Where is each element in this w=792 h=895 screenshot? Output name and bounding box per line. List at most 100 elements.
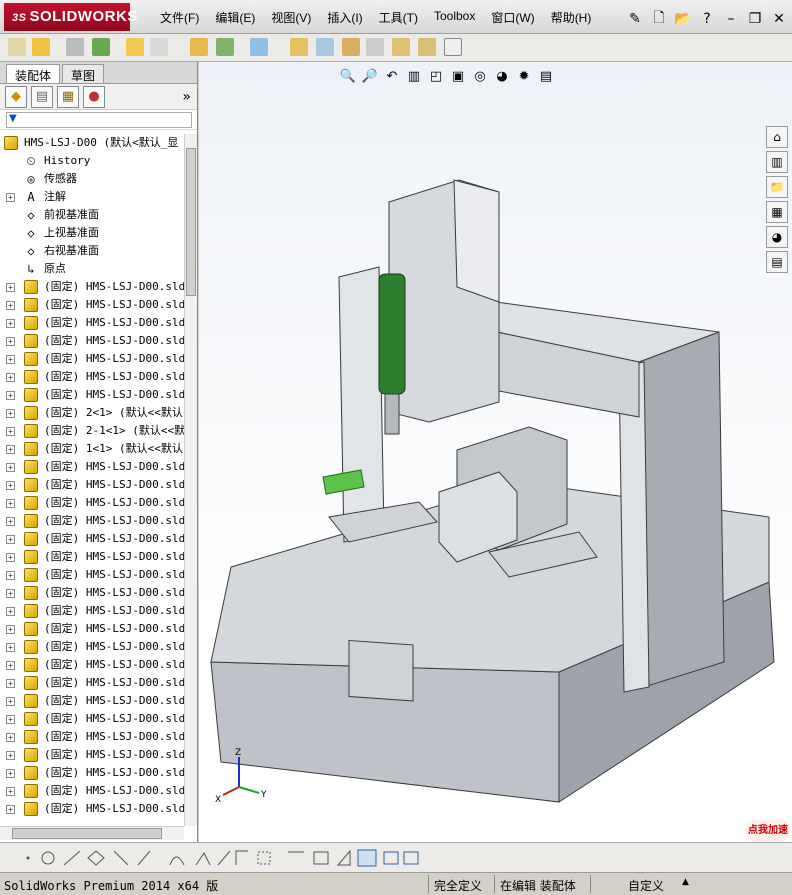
expand-toggle-icon[interactable]: + (6, 409, 15, 418)
expand-toggle-icon[interactable]: + (6, 391, 15, 400)
expand-toggle-icon[interactable]: + (6, 787, 15, 796)
tree-component-row[interactable]: + (固定) 2-1<1> (默认<<默 (0, 422, 184, 440)
configuration-manager-icon[interactable]: ▦ (57, 85, 79, 108)
home-icon[interactable]: ⌂ (766, 126, 788, 148)
minimize-icon[interactable]: – (722, 11, 740, 27)
restore-icon[interactable]: ❐ (746, 11, 764, 27)
expand-toggle-icon[interactable]: + (6, 589, 15, 598)
expand-toggle-icon[interactable]: + (6, 463, 15, 472)
expand-toggle-icon[interactable]: + (6, 337, 15, 346)
expand-toggle-icon[interactable]: + (6, 643, 15, 652)
tree-component-row[interactable]: + (固定) HMS-LSJ-D00.slda (0, 314, 184, 332)
instant3d-icon[interactable] (392, 38, 410, 56)
tree-feature-row[interactable]: ↳ 原点 (0, 260, 184, 278)
tree-component-row[interactable]: + (固定) HMS-LSJ-D00.slda (0, 530, 184, 548)
move-component-icon[interactable] (150, 38, 168, 56)
expand-toggle-icon[interactable]: + (6, 571, 15, 580)
show-hidden-icon[interactable] (190, 38, 208, 56)
update-speedpak-icon[interactable] (418, 38, 436, 56)
expand-toggle-icon[interactable]: + (6, 517, 15, 526)
tree-component-row[interactable]: + (固定) HMS-LSJ-D00.slda (0, 602, 184, 620)
menu-help[interactable]: 帮助(H) (543, 9, 600, 26)
unit-system-caret[interactable]: ▲ (682, 877, 689, 887)
expand-toggle-icon[interactable]: + (6, 697, 15, 706)
insert-component-icon[interactable] (32, 38, 50, 56)
open-folder-icon[interactable]: 📂 (674, 11, 692, 27)
tree-component-row[interactable]: + (固定) HMS-LSJ-D00.slda (0, 368, 184, 386)
tree-component-row[interactable]: + (固定) HMS-LSJ-D00.slda (0, 386, 184, 404)
tree-scroll-thumb[interactable] (186, 148, 196, 296)
tree-component-row[interactable]: + (固定) HMS-LSJ-D00.slda (0, 512, 184, 530)
tree-component-row[interactable]: + (固定) HMS-LSJ-D00.slda (0, 746, 184, 764)
expand-toggle-icon[interactable]: + (6, 733, 15, 742)
graphics-area[interactable]: 🔍 🔎 ↶ ▥ ◰ ▣ ◎ ◕ ✹ ▤ Z Y X (199, 62, 792, 842)
expand-toggle-icon[interactable]: + (6, 553, 15, 562)
expand-toggle-icon[interactable]: + (6, 355, 15, 364)
take-snapshot-icon[interactable] (444, 38, 462, 56)
expand-toggle-icon[interactable]: + (6, 769, 15, 778)
expand-toggle-icon[interactable]: + (6, 625, 15, 634)
assembly-model[interactable]: Z Y X (199, 62, 792, 842)
tree-component-row[interactable]: + (固定) HMS-LSJ-D00.slda (0, 656, 184, 674)
reference-geometry-icon[interactable] (250, 38, 268, 56)
bill-of-materials-icon[interactable] (316, 38, 334, 56)
expand-toggle-icon[interactable]: + (6, 373, 15, 382)
expand-toggle-icon[interactable]: + (6, 805, 15, 814)
tree-component-row[interactable]: + (固定) HMS-LSJ-D00.slda (0, 782, 184, 800)
tree-component-row[interactable]: + (固定) HMS-LSJ-D00.slda (0, 620, 184, 638)
tree-root[interactable]: HMS-LSJ-D00 (默认<默认_显 (0, 134, 184, 152)
speedup-badge[interactable]: 点我加速 (746, 820, 790, 842)
tree-feature-row[interactable]: + A 注解 (0, 188, 184, 206)
tree-component-row[interactable]: + (固定) HMS-LSJ-D00.slda (0, 494, 184, 512)
tree-hscroll-thumb[interactable] (12, 828, 162, 839)
expand-toggle-icon[interactable]: + (6, 283, 15, 292)
filter-input[interactable]: ▼ (6, 111, 192, 128)
new-document-icon[interactable]: 🗋 (650, 7, 668, 31)
tree-component-row[interactable]: + (固定) HMS-LSJ-D00.slda (0, 296, 184, 314)
design-library-icon[interactable]: ▥ (766, 151, 788, 173)
close-icon[interactable]: ✕ (770, 11, 788, 27)
tree-component-row[interactable]: + (固定) HMS-LSJ-D00.slda (0, 728, 184, 746)
tree-component-row[interactable]: + (固定) 1<1> (默认<<默认 (0, 440, 184, 458)
menu-toolbox[interactable]: Toolbox (426, 9, 483, 26)
tree-feature-row[interactable]: ◇ 前视基准面 (0, 206, 184, 224)
tree-component-row[interactable]: + (固定) HMS-LSJ-D00.slda (0, 584, 184, 602)
tree-component-row[interactable]: + (固定) HMS-LSJ-D00.slda (0, 278, 184, 296)
expand-toggle-icon[interactable]: + (6, 301, 15, 310)
expand-toggle-icon[interactable]: + (6, 715, 15, 724)
custom-properties-icon[interactable]: ▤ (766, 251, 788, 273)
expand-toggle-icon[interactable]: + (6, 607, 15, 616)
help-icon[interactable]: ? (698, 11, 716, 27)
expand-toggle-icon[interactable]: + (6, 751, 15, 760)
tree-component-row[interactable]: + (固定) HMS-LSJ-D00.slda (0, 638, 184, 656)
expand-toggle-icon[interactable]: + (6, 445, 15, 454)
menu-window[interactable]: 窗口(W) (483, 9, 542, 26)
tree-component-row[interactable]: + (固定) HMS-LSJ-D00.slda (0, 764, 184, 782)
tree-feature-row[interactable]: ◇ 上视基准面 (0, 224, 184, 242)
tree-horizontal-scrollbar[interactable] (0, 826, 184, 840)
expand-toggle-icon[interactable]: + (6, 661, 15, 670)
view-palette-icon[interactable]: ▦ (766, 201, 788, 223)
property-manager-icon[interactable]: ▤ (31, 85, 53, 108)
explode-line-icon[interactable] (366, 38, 384, 56)
linear-pattern-icon[interactable] (92, 38, 110, 56)
menu-tools[interactable]: 工具(T) (371, 9, 426, 26)
expand-more-icon[interactable]: » (182, 89, 191, 105)
expand-toggle-icon[interactable]: + (6, 193, 15, 202)
menu-file[interactable]: 文件(F) (152, 9, 207, 26)
tab-sketch[interactable]: 草图 (62, 64, 105, 83)
exploded-view-icon[interactable] (342, 38, 360, 56)
tree-vertical-scrollbar[interactable] (184, 134, 197, 826)
expand-toggle-icon[interactable]: + (6, 535, 15, 544)
tree-component-row[interactable]: + (固定) 2<1> (默认<<默认 (0, 404, 184, 422)
smart-fastener-icon[interactable] (126, 38, 144, 56)
tree-feature-row[interactable]: ◇ 右视基准面 (0, 242, 184, 260)
menu-insert[interactable]: 插入(I) (319, 9, 370, 26)
tab-assembly[interactable]: 装配体 (6, 64, 61, 83)
expand-toggle-icon[interactable]: + (6, 499, 15, 508)
mate-icon[interactable] (66, 38, 84, 56)
feature-manager-icon[interactable]: ◆ (5, 85, 27, 108)
new-motion-study-icon[interactable] (290, 38, 308, 56)
expand-toggle-icon[interactable]: + (6, 679, 15, 688)
tree-feature-row[interactable]: ◎ 传感器 (0, 170, 184, 188)
